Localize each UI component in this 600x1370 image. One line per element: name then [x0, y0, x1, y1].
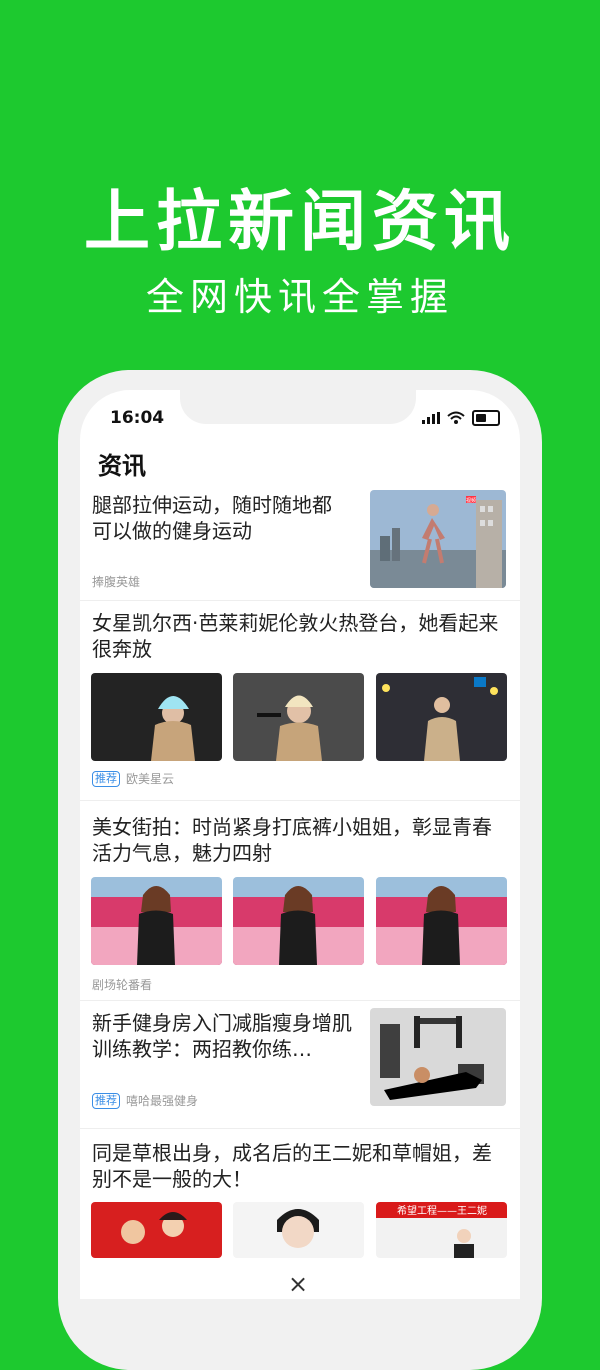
- news-thumbnail: [233, 673, 364, 761]
- news-meta: 剧场轮番看: [92, 976, 152, 993]
- news-title: 同是草根出身，成名后的王二妮和草帽姐，差别不是一般的大！: [92, 1141, 492, 1191]
- phone-screen: 16:04 资讯 腿部拉伸运动，随时随地都可以做的健身运动 捧腹英雄 视频 女星…: [80, 390, 520, 1299]
- video-badge: 视频: [466, 497, 476, 504]
- news-source: 欧美星云: [126, 772, 175, 786]
- news-title: 美女街拍：时尚紧身打底裤小姐姐，彰显青春活力气息，魅力四射: [92, 815, 492, 865]
- news-item[interactable]: 美女街拍：时尚紧身打底裤小姐姐，彰显青春活力气息，魅力四射 剧场轮番看: [80, 800, 520, 1001]
- news-title: 女星凯尔西·芭莱莉妮伦敦火热登台，她看起来很奔放: [92, 611, 499, 661]
- news-item[interactable]: 女星凯尔西·芭莱莉妮伦敦火热登台，她看起来很奔放 推荐 欧美星云: [80, 600, 520, 801]
- phone-notch: [180, 390, 416, 424]
- promo-headline: 上拉新闻资讯: [84, 183, 516, 260]
- news-item[interactable]: 新手健身房入门减脂瘦身增肌训练教学：两招教你练… 推荐 嘻哈最强健身: [80, 1000, 520, 1129]
- news-thumbnail: [370, 1008, 506, 1106]
- wifi-icon: [447, 411, 465, 424]
- status-icons: [422, 410, 500, 426]
- news-thumbnail: [91, 673, 222, 761]
- news-meta: 推荐 欧美星云: [92, 770, 174, 787]
- promo-subheadline: 全网快讯全掌握: [145, 275, 454, 319]
- recommend-tag: 推荐: [92, 1092, 120, 1109]
- news-thumbnail: [376, 673, 507, 761]
- news-thumbnail: [376, 877, 507, 965]
- news-thumbnail: [91, 1202, 222, 1258]
- close-icon[interactable]: ×: [288, 1270, 308, 1298]
- news-thumbnail: [233, 877, 364, 965]
- news-thumbnail: 视频: [370, 490, 506, 588]
- news-thumbnail: 希望工程——王二妮: [376, 1202, 507, 1258]
- news-title: 腿部拉伸运动，随时随地都可以做的健身运动: [92, 493, 332, 543]
- news-thumbnail: [233, 1202, 364, 1258]
- battery-icon: [472, 410, 500, 426]
- page-title: 资讯: [98, 452, 146, 480]
- news-thumbnail: [91, 877, 222, 965]
- news-meta: 捧腹英雄: [92, 573, 140, 590]
- banner-text: 希望工程——王二妮: [397, 1204, 487, 1217]
- recommend-tag: 推荐: [92, 770, 120, 787]
- signal-icon: [422, 412, 440, 424]
- status-time: 16:04: [110, 408, 165, 428]
- news-meta: 推荐 嘻哈最强健身: [92, 1092, 198, 1109]
- news-source: 捧腹英雄: [92, 575, 141, 589]
- news-title: 新手健身房入门减脂瘦身增肌训练教学：两招教你练…: [92, 1011, 352, 1061]
- news-source: 嘻哈最强健身: [126, 1094, 199, 1108]
- news-source: 剧场轮番看: [92, 978, 153, 992]
- news-item[interactable]: 腿部拉伸运动，随时随地都可以做的健身运动 捧腹英雄 视频: [80, 482, 520, 601]
